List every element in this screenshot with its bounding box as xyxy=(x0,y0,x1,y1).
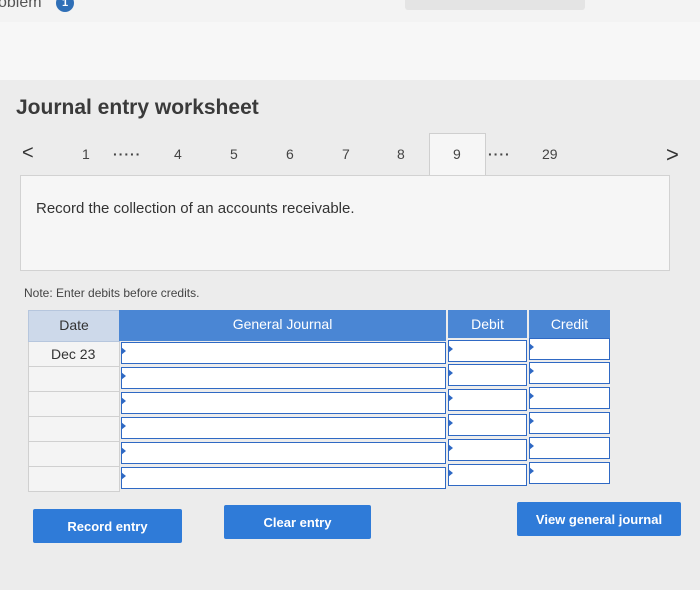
clear-entry-button[interactable]: Clear entry xyxy=(224,505,371,539)
page-6[interactable]: 6 xyxy=(286,146,294,162)
page-7[interactable]: 7 xyxy=(342,146,350,162)
debit-header: Debit xyxy=(448,310,527,338)
chevron-right-icon[interactable]: > xyxy=(666,142,679,168)
table-row-date xyxy=(28,442,120,467)
top-toolbar-button[interactable] xyxy=(405,0,585,10)
problem-number-badge: 1 xyxy=(56,0,74,12)
credit-input[interactable] xyxy=(529,362,610,384)
page-ellipsis[interactable]: ····· xyxy=(113,146,141,162)
credit-input[interactable] xyxy=(529,437,610,459)
worksheet-title: Journal entry worksheet xyxy=(16,96,259,119)
problem-label: oblem xyxy=(0,0,42,11)
account-input[interactable] xyxy=(121,417,446,439)
worksheet-pager: < 1 ····· 4 5 6 7 8 9 ···· 29 > xyxy=(0,133,700,180)
credit-input[interactable] xyxy=(529,462,610,484)
debit-input[interactable] xyxy=(448,364,527,386)
table-row-date xyxy=(28,467,120,492)
credit-input[interactable] xyxy=(529,338,610,360)
account-input[interactable] xyxy=(121,367,446,389)
account-input[interactable] xyxy=(121,342,446,364)
debit-input[interactable] xyxy=(448,340,527,362)
debit-input[interactable] xyxy=(448,414,527,436)
page-ellipsis[interactable]: ···· xyxy=(488,146,511,162)
debit-input[interactable] xyxy=(448,439,527,461)
table-row-date xyxy=(28,417,120,442)
credit-header: Credit xyxy=(529,310,610,338)
top-bar: oblem 1 xyxy=(0,0,700,22)
page-9[interactable]: 9 xyxy=(453,146,461,162)
account-input[interactable] xyxy=(121,442,446,464)
page-4[interactable]: 4 xyxy=(174,146,182,162)
page-8[interactable]: 8 xyxy=(397,146,405,162)
chevron-left-icon[interactable]: < xyxy=(22,142,34,165)
credit-input[interactable] xyxy=(529,387,610,409)
page-1[interactable]: 1 xyxy=(82,146,90,162)
record-entry-button[interactable]: Record entry xyxy=(33,509,182,543)
journal-table: Date General Journal Debit Credit Dec 23 xyxy=(28,310,610,492)
credit-input[interactable] xyxy=(529,412,610,434)
table-row-date xyxy=(28,392,120,417)
table-row-date xyxy=(28,367,120,392)
debit-input[interactable] xyxy=(448,389,527,411)
page-29[interactable]: 29 xyxy=(542,146,558,162)
general-journal-header: General Journal xyxy=(119,310,446,341)
account-input[interactable] xyxy=(121,392,446,414)
view-general-journal-button[interactable]: View general journal xyxy=(517,502,681,536)
account-input[interactable] xyxy=(121,467,446,489)
debit-input[interactable] xyxy=(448,464,527,486)
instruction-panel: Record the collection of an accounts rec… xyxy=(20,175,670,271)
date-header: Date xyxy=(28,310,120,342)
table-row-date: Dec 23 xyxy=(28,342,120,367)
instruction-text: Record the collection of an accounts rec… xyxy=(36,200,355,217)
header-strip xyxy=(0,22,700,80)
page-5[interactable]: 5 xyxy=(230,146,238,162)
note-text: Note: Enter debits before credits. xyxy=(24,286,200,300)
